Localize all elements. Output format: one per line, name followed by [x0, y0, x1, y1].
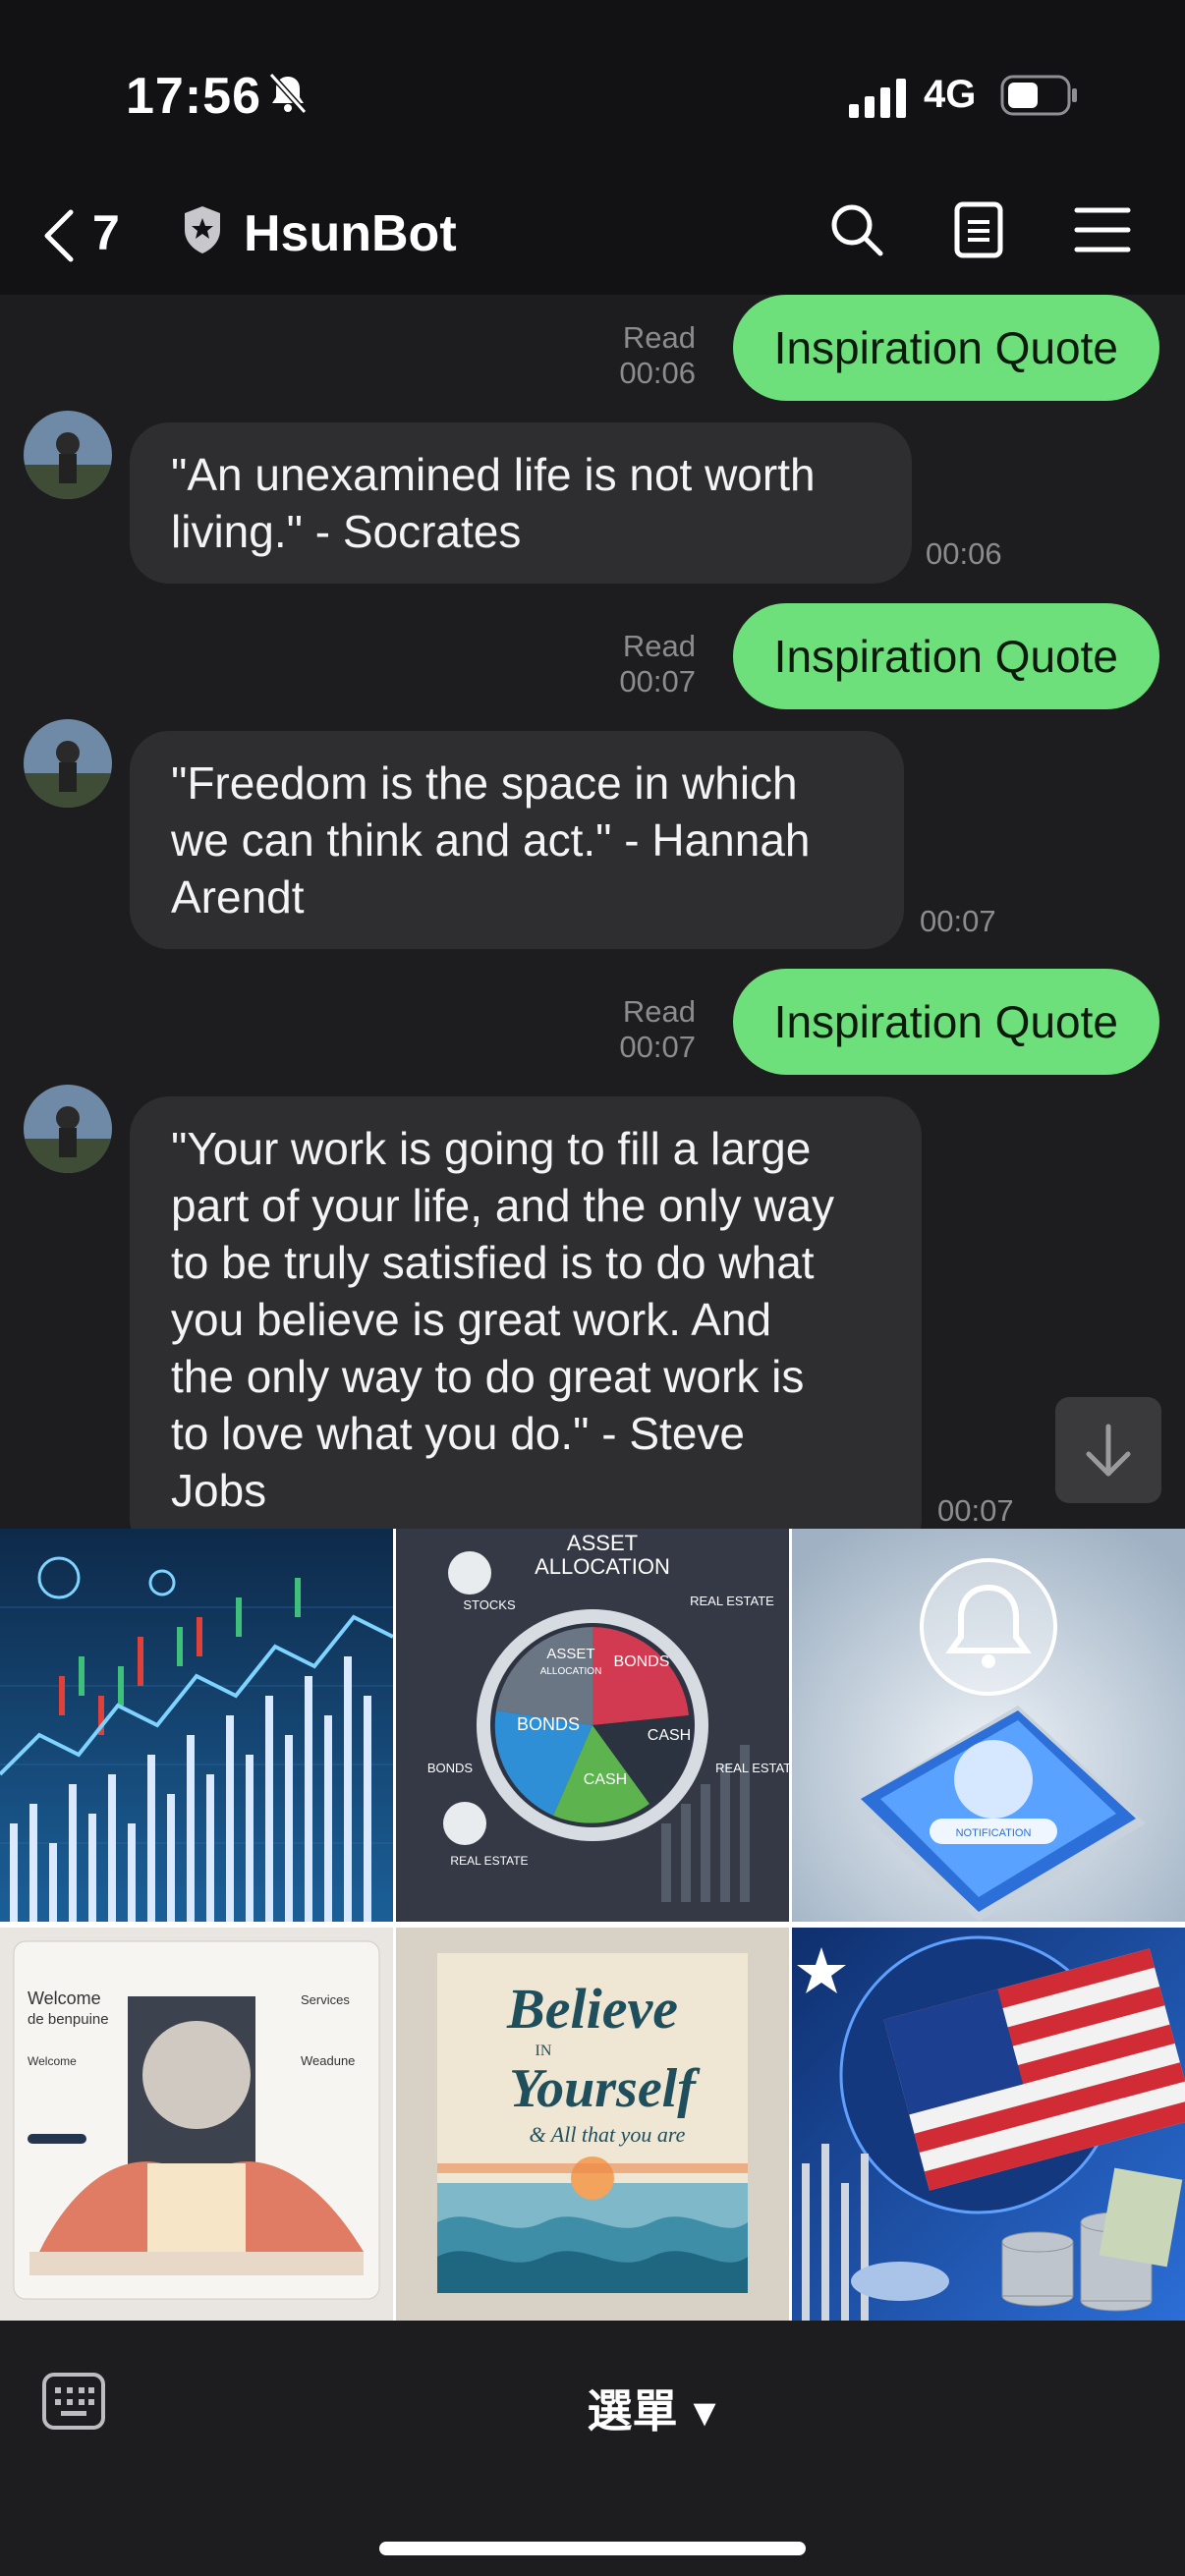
chevron-left-icon[interactable] — [39, 206, 79, 265]
tile-text: Welcome — [28, 1988, 101, 2008]
message-line: living." - Socrates — [171, 506, 522, 557]
message-line: we can think and act." - Hannah — [171, 814, 811, 866]
bell-slash-icon — [268, 72, 308, 115]
arrow-down-icon — [1086, 1424, 1131, 1477]
message-line: "An unexamined life is not worth — [171, 449, 816, 500]
avatar[interactable] — [24, 411, 112, 499]
status-time: 17:56 — [126, 68, 261, 125]
rich-menu-toggle[interactable]: 選單 ▾ — [588, 2376, 716, 2440]
message-time: 00:07 — [619, 1030, 696, 1064]
pie-label: ALLOCATION — [540, 1666, 602, 1677]
tile-text: Welcome — [28, 2054, 77, 2068]
message-time: 00:07 — [619, 664, 696, 699]
chat-area[interactable]: Read 00:06 Inspiration Quote "An unexami… — [0, 295, 1185, 1529]
keyboard-icon[interactable] — [41, 2372, 106, 2431]
message-meta: Read 00:07 — [619, 629, 696, 700]
rich-menu-asset-allocation[interactable]: ASSET ALLOCATION STOCKS REAL ESTATE ASSE… — [396, 1529, 789, 1922]
search-icon[interactable] — [825, 198, 888, 261]
tile-label: REAL ESTATE — [690, 1594, 774, 1608]
network-type: 4G — [924, 73, 977, 116]
tile-label: STOCKS — [463, 1597, 516, 1612]
tile-text: & All that you are — [530, 2122, 686, 2147]
read-label: Read — [622, 994, 696, 1029]
tile-title: ALLOCATION — [535, 1554, 670, 1579]
outgoing-message[interactable]: Inspiration Quote — [732, 603, 1159, 709]
tile-label: REAL ESTATE — [715, 1761, 789, 1775]
status-bar: 17:56 4G — [0, 0, 1185, 177]
rich-menu-us-finance[interactable] — [792, 1928, 1185, 2321]
message-line: you believe is great work. And — [171, 1294, 772, 1345]
avatar[interactable] — [24, 719, 112, 808]
read-label: Read — [622, 629, 696, 663]
rich-menu: ASSET ALLOCATION STOCKS REAL ESTATE ASSE… — [0, 1529, 1185, 2321]
pie-label: CASH — [648, 1727, 691, 1744]
tile-text: de benpuine — [28, 2011, 109, 2028]
notes-icon[interactable] — [947, 198, 1010, 261]
pie-label: ASSET — [546, 1646, 594, 1662]
message-meta: Read 00:07 — [619, 994, 696, 1065]
pie-label: CASH — [584, 1771, 627, 1788]
incoming-message[interactable]: "An unexamined life is not worth living.… — [130, 422, 912, 584]
message-text: Inspiration Quote — [773, 322, 1118, 373]
message-line: part of your life, and the only way — [171, 1180, 835, 1231]
tile-label: REAL ESTATE — [450, 1854, 528, 1868]
rich-menu-stock-market[interactable] — [0, 1529, 393, 1922]
battery-icon — [1000, 75, 1077, 116]
chat-title: HsunBot — [244, 205, 457, 262]
outgoing-message[interactable]: Inspiration Quote — [732, 969, 1159, 1075]
message-line: to love what you do." - Steve — [171, 1408, 745, 1459]
scroll-to-bottom-button[interactable] — [1055, 1397, 1161, 1503]
tile-label: NOTIFICATION — [956, 1827, 1032, 1839]
message-time: 00:07 — [937, 1493, 1014, 1528]
incoming-message[interactable]: "Freedom is the space in which we can th… — [130, 731, 904, 949]
message-meta: Read 00:06 — [619, 320, 696, 391]
pie-label: BONDS — [614, 1653, 670, 1670]
message-line: Arendt — [171, 871, 305, 923]
message-line: "Your work is going to fill a large — [171, 1123, 812, 1174]
message-time: 00:06 — [619, 356, 696, 390]
message-text: Inspiration Quote — [773, 631, 1118, 682]
pie-label: BONDS — [517, 1714, 580, 1734]
tile-title: ASSET — [567, 1531, 638, 1555]
bottom-bar: 選單 ▾ — [0, 2323, 1185, 2576]
message-line: the only way to do great work is — [171, 1351, 805, 1402]
shield-icon — [185, 206, 220, 253]
signal-icon — [849, 79, 906, 118]
rich-menu-website[interactable]: Welcome de benpuine Welcome Services Wea… — [0, 1928, 393, 2321]
read-label: Read — [622, 320, 696, 355]
message-line: Jobs — [171, 1465, 267, 1516]
unread-count[interactable]: 7 — [92, 204, 120, 261]
rich-menu-notification[interactable]: NOTIFICATION — [792, 1529, 1185, 1922]
tile-label: BONDS — [427, 1761, 474, 1775]
rich-menu-inspiration[interactable]: Believe IN Yourself & All that you are — [396, 1928, 789, 2321]
tile-text: Yourself — [509, 2058, 701, 2119]
tile-text: Believe — [506, 1977, 678, 2041]
avatar[interactable] — [24, 1085, 112, 1173]
message-time: 00:06 — [926, 536, 1002, 571]
message-line: to be truly satisfied is to do what — [171, 1237, 815, 1288]
outgoing-message[interactable]: Inspiration Quote — [732, 295, 1159, 401]
tile-text: Services — [301, 1992, 350, 2007]
chat-header: 7 HsunBot — [0, 177, 1185, 295]
tile-text: IN — [536, 2043, 552, 2059]
message-text: Inspiration Quote — [773, 996, 1118, 1047]
incoming-message[interactable]: "Your work is going to fill a large part… — [130, 1096, 922, 1529]
home-indicator[interactable] — [379, 2542, 806, 2555]
hamburger-menu-icon[interactable] — [1071, 198, 1134, 261]
message-time: 00:07 — [920, 904, 996, 938]
message-line: "Freedom is the space in which — [171, 757, 798, 809]
tile-text: Weadune — [301, 2053, 355, 2068]
